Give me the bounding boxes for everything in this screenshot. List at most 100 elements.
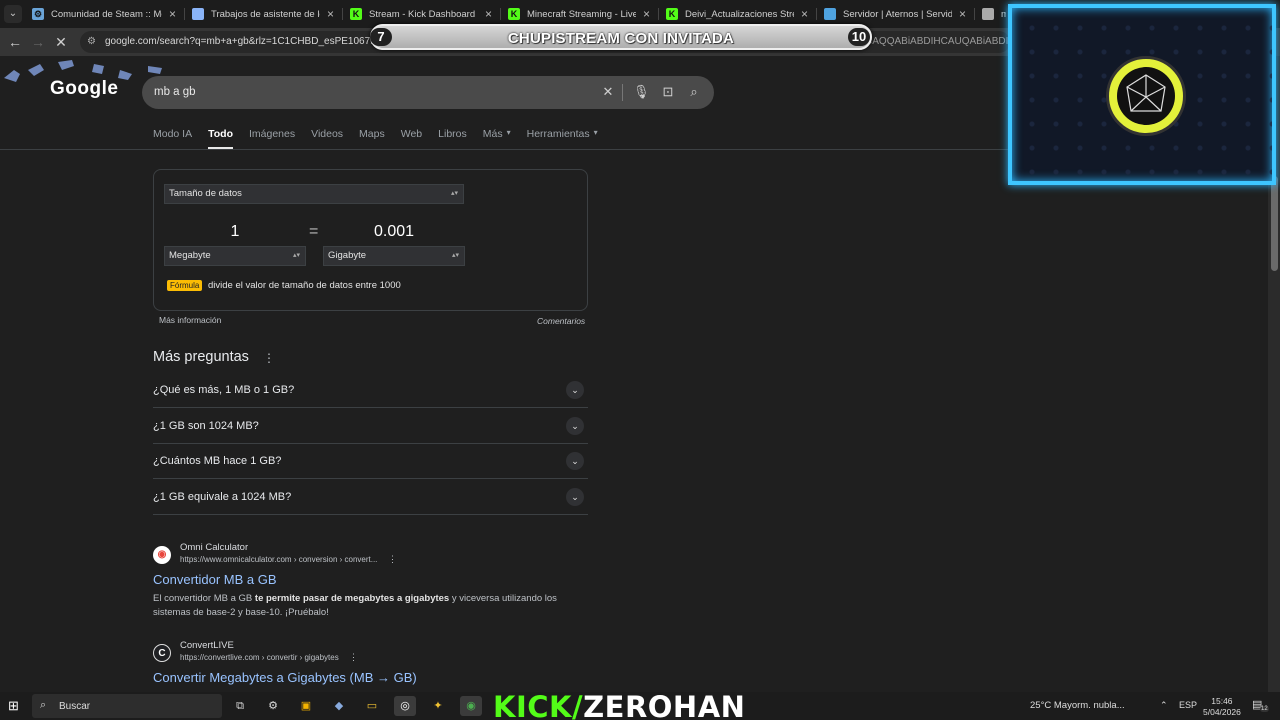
result-title-link[interactable]: Convertir Megabytes a Gigabytes (MB → GB…: [153, 670, 417, 685]
settings-gear-icon[interactable]: ⚙: [262, 696, 284, 716]
result-site-name: ConvertLIVE: [180, 640, 234, 651]
windows-start-icon[interactable]: ⊞: [8, 699, 22, 713]
result-url[interactable]: https://www.omnicalculator.com › convers…: [180, 555, 377, 564]
search-tab[interactable]: Libros: [438, 128, 467, 150]
chrome-icon[interactable]: ◉: [460, 696, 482, 716]
paa-question[interactable]: ¿Qué es más, 1 MB o 1 GB? ⌄: [153, 373, 588, 408]
dropdown-arrow-icon: ▾: [506, 128, 511, 137]
paa-question-text: ¿1 GB equivale a 1024 MB?: [153, 490, 292, 503]
search-input[interactable]: mb a gb: [154, 86, 196, 98]
lens-icon[interactable]: ⊡: [660, 84, 676, 100]
result-url[interactable]: https://convertlive.com › convertir › gi…: [180, 653, 339, 662]
to-value-input[interactable]: 0.001: [323, 223, 465, 241]
kick-name: ZEROHAN: [583, 690, 746, 720]
browser-tab[interactable]: ⚙ Comunidad de Steam :: Mercado×: [24, 0, 184, 28]
paa-question-text: ¿Cuántos MB hace 1 GB?: [153, 455, 282, 467]
search-tabs: Modo IA Todo Imágenes Videos Maps Web Libros Má…: [153, 128, 614, 150]
close-tab-icon[interactable]: ×: [320, 7, 334, 21]
kick-channel-overlay: KICK/ZEROHAN: [493, 692, 745, 720]
browser-tab-label: Deivi_Actualizaciones Stream -: [685, 8, 794, 20]
task-view-icon[interactable]: ⧉: [229, 696, 251, 716]
clear-icon[interactable]: ✕: [600, 84, 616, 100]
search-tab[interactable]: Más: [483, 128, 503, 150]
paa-question[interactable]: ¿1 GB son 1024 MB? ⌄: [153, 409, 588, 444]
search-tab[interactable]: Web: [401, 128, 422, 150]
close-tab-icon[interactable]: ×: [162, 7, 176, 21]
search-tab[interactable]: Imágenes: [249, 128, 295, 150]
weather-widget[interactable]: 25°C Mayorm. nubla...: [1030, 700, 1125, 711]
browser-tab[interactable]: Trabajos de asistente de logística×: [184, 0, 342, 28]
scrollbar-thumb[interactable]: [1271, 176, 1278, 271]
result-menu-icon[interactable]: ⋮: [349, 652, 358, 663]
notification-icon[interactable]: ▤ 12: [1252, 698, 1269, 714]
search-tab[interactable]: Maps: [359, 128, 385, 150]
paa-question[interactable]: ¿Cuántos MB hace 1 GB? ⌄: [153, 444, 588, 479]
back-arrow-icon[interactable]: ←: [6, 33, 24, 51]
search-icon[interactable]: ⌕: [686, 84, 702, 100]
search-result: ◉ Omni Calculator https://www.omnicalcul…: [153, 542, 593, 622]
banner-right-number: 10: [848, 28, 870, 46]
app-icon[interactable]: ✦: [427, 696, 449, 716]
close-tab-icon[interactable]: ×: [952, 7, 966, 21]
paa-title: Más preguntas: [153, 349, 249, 365]
chevron-down-icon[interactable]: ⌄: [566, 381, 584, 399]
chevron-down-icon[interactable]: ⌄: [566, 452, 584, 470]
geodesic-icon: [1126, 74, 1166, 112]
file-explorer-icon[interactable]: ▭: [361, 696, 383, 716]
media-player-icon[interactable]: ▣: [295, 696, 317, 716]
close-tab-icon[interactable]: ×: [794, 7, 808, 21]
more-info-link[interactable]: Más información: [159, 315, 221, 325]
feedback-link[interactable]: Comentarios: [537, 316, 585, 326]
forward-arrow-icon[interactable]: →: [29, 33, 47, 51]
search-tab[interactable]: Modo IA: [153, 128, 192, 150]
chevron-down-icon[interactable]: ⌄: [566, 487, 584, 506]
reload-stop-icon[interactable]: ✕: [52, 33, 70, 51]
convertlive-favicon-icon: C: [153, 644, 171, 662]
to-unit-select[interactable]: Gigabyte ▴▾: [323, 246, 465, 266]
dropdown-arrow-icon: ▾: [593, 128, 598, 137]
from-value-input[interactable]: 1: [164, 223, 306, 241]
search-tab[interactable]: Herramientas: [527, 128, 590, 150]
search-tab[interactable]: Videos: [311, 128, 343, 150]
close-tab-icon[interactable]: ×: [478, 7, 492, 21]
taskbar-search[interactable]: ⌕ Buscar: [32, 694, 222, 718]
browser-tab-label: Stream - Kick Dashboard: [369, 8, 476, 20]
clock[interactable]: 15:46 5/04/2026: [1203, 696, 1241, 718]
tab-search-button[interactable]: ⌄: [4, 5, 22, 23]
obs-icon[interactable]: ◎: [394, 696, 416, 716]
browser-tab-label: m: [1001, 8, 1006, 20]
site-info-icon[interactable]: ⚙: [87, 36, 99, 48]
result-title-link[interactable]: Convertidor MB a GB: [153, 572, 277, 587]
address-url: google.com/search?q=mb+a+gb&rlz=1C1CHBD_…: [105, 36, 406, 47]
from-unit-value: Megabyte: [169, 250, 211, 261]
microphone-icon[interactable]: 🎙: [633, 84, 650, 100]
kick-icon: K: [508, 8, 520, 20]
browser-tab-label: Comunidad de Steam :: Mercado: [51, 8, 162, 20]
close-tab-icon[interactable]: ×: [636, 7, 650, 21]
app-icon[interactable]: ◆: [328, 696, 350, 716]
chevron-down-icon[interactable]: ⌄: [566, 416, 584, 435]
kick-icon: K: [350, 8, 362, 20]
category-select[interactable]: Tamaño de datos ▴▾: [164, 184, 464, 204]
search-divider: [622, 84, 623, 101]
webcam-overlay: [1008, 4, 1276, 185]
search-tab[interactable]: Todo: [208, 128, 233, 150]
snippet-bold: te permite pasar de megabytes a gigabyte…: [254, 593, 450, 604]
equals-sign: =: [309, 223, 319, 240]
logo-inner: [1117, 67, 1175, 125]
clock-time: 15:46: [1211, 696, 1233, 706]
tray-expand-icon[interactable]: ⌃: [1160, 700, 1168, 711]
language-indicator[interactable]: ESP: [1179, 700, 1197, 710]
category-select-value: Tamaño de datos: [169, 188, 242, 199]
more-options-icon[interactable]: ⋮: [263, 351, 275, 365]
notification-count: 12: [1260, 706, 1269, 712]
result-site-name: Omni Calculator: [180, 542, 249, 553]
google-logo[interactable]: Google: [50, 78, 118, 100]
streamer-logo-icon: [1106, 56, 1186, 136]
paa-question[interactable]: ¿1 GB equivale a 1024 MB? ⌄: [153, 480, 588, 515]
browser-tab-label: Minecraft Streaming - Live Stre: [527, 8, 636, 20]
stream-banner: 7 CHUPISTREAM CON INVITADA 10: [370, 24, 872, 50]
from-unit-select[interactable]: Megabyte ▴▾: [164, 246, 306, 266]
result-menu-icon[interactable]: ⋮: [388, 554, 397, 565]
search-box[interactable]: mb a gb ✕ 🎙 ⊡ ⌕: [142, 76, 714, 109]
